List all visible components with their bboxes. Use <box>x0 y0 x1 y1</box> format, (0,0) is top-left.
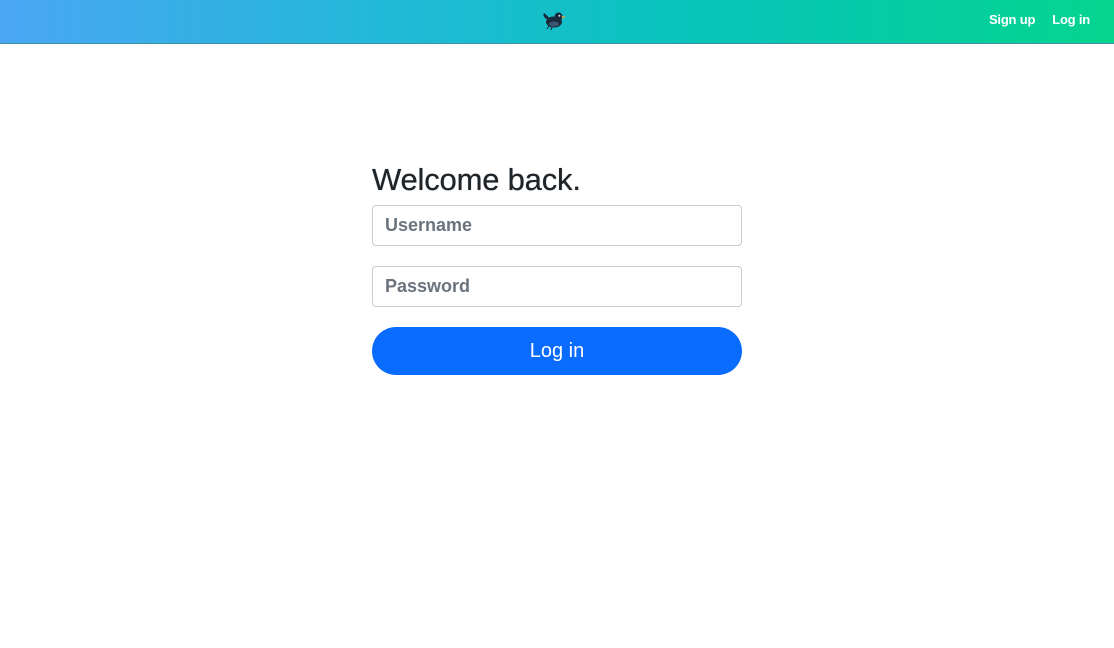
bird-logo-icon[interactable] <box>541 9 567 31</box>
signup-link[interactable]: Sign up <box>989 12 1035 27</box>
nav-links: Sign up Log in <box>989 12 1090 27</box>
login-form: Welcome back. Log in <box>372 160 742 375</box>
login-link[interactable]: Log in <box>1052 12 1090 27</box>
top-navbar: Sign up Log in <box>0 0 1114 44</box>
page-title: Welcome back. <box>372 162 581 197</box>
login-button[interactable]: Log in <box>372 327 742 375</box>
username-input[interactable] <box>372 205 742 246</box>
password-input[interactable] <box>372 266 742 307</box>
